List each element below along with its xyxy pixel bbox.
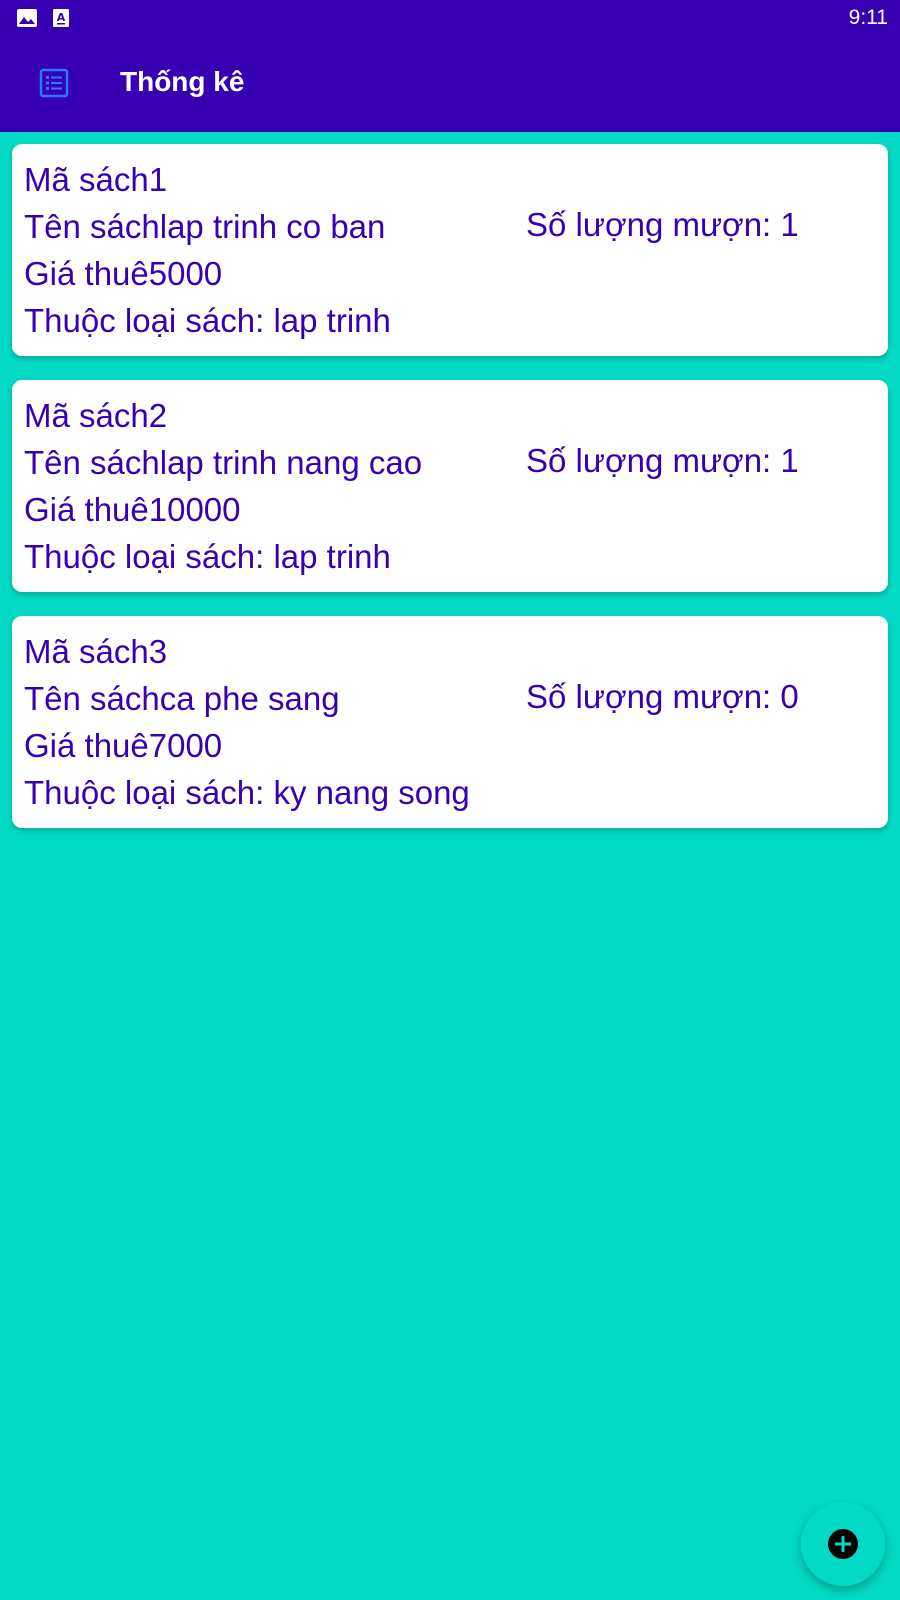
add-button[interactable] xyxy=(801,1502,885,1586)
page-title: Thống kê xyxy=(120,66,245,97)
book-stats-list: Mã sách1 Tên sáchlap trinh co ban Giá th… xyxy=(12,144,888,852)
book-price: Giá thuê5000 xyxy=(24,255,223,292)
book-name: Tên sáchca phe sang xyxy=(24,680,340,717)
image-icon xyxy=(16,8,37,28)
list-icon[interactable] xyxy=(39,68,69,98)
book-price: Giá thuê10000 xyxy=(24,491,241,528)
borrow-count: Số lượng mượn: 0 xyxy=(526,678,799,715)
book-category: Thuộc loại sách: ky nang song xyxy=(24,774,470,811)
book-price: Giá thuê7000 xyxy=(24,727,223,764)
book-name: Tên sáchlap trinh co ban xyxy=(24,208,386,245)
add-circle-icon xyxy=(827,1528,859,1560)
status-time: 9:11 xyxy=(848,6,888,29)
book-card[interactable]: Mã sách3 Tên sáchca phe sang Giá thuê700… xyxy=(12,616,888,828)
status-bar: A 9:11 xyxy=(0,0,900,36)
book-card[interactable]: Mã sách1 Tên sáchlap trinh co ban Giá th… xyxy=(12,144,888,356)
svg-text:A: A xyxy=(57,11,66,24)
book-category: Thuộc loại sách: lap trinh xyxy=(24,538,391,575)
book-id: Mã sách3 xyxy=(24,633,168,670)
book-id: Mã sách1 xyxy=(24,161,168,198)
keyboard-icon: A xyxy=(52,8,72,28)
book-id: Mã sách2 xyxy=(24,397,168,434)
book-name: Tên sáchlap trinh nang cao xyxy=(24,444,423,481)
book-category: Thuộc loại sách: lap trinh xyxy=(24,302,391,339)
book-card[interactable]: Mã sách2 Tên sáchlap trinh nang cao Giá … xyxy=(12,380,888,592)
app-bar: Thống kê xyxy=(0,36,900,132)
borrow-count: Số lượng mượn: 1 xyxy=(526,442,799,479)
borrow-count: Số lượng mượn: 1 xyxy=(526,206,799,243)
